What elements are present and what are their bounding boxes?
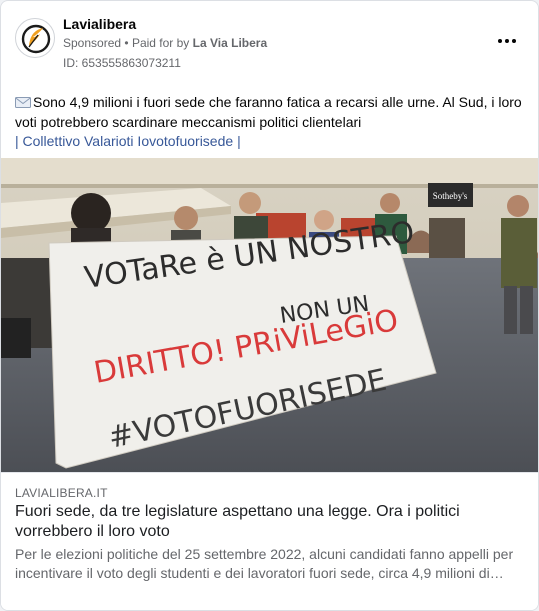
link-preview[interactable]: LAVIALIBERA.IT Fuori sede, da tre legisl… bbox=[1, 472, 538, 610]
shop-sign: Sotheby's bbox=[433, 191, 468, 201]
payer-name[interactable]: La Via Libera bbox=[193, 36, 267, 50]
post-photo[interactable]: Sotheby's VOTaRe è UN NOSTRO NON UN DIRI… bbox=[1, 158, 538, 472]
tag-close: | bbox=[237, 133, 241, 149]
post-header: Lavialibera Sponsored • Paid for by La V… bbox=[1, 1, 538, 81]
link-headline[interactable]: Fuori sede, da tre legislature aspettano… bbox=[15, 502, 520, 542]
sponsored-label: Sponsored bbox=[63, 36, 122, 50]
more-options-icon[interactable] bbox=[489, 29, 525, 53]
paid-for-by-label: Paid for by bbox=[131, 36, 190, 50]
post-text: Sono 4,9 milioni i fuori sede che farann… bbox=[15, 92, 530, 132]
sponsored-line: Sponsored • Paid for by La Via Libera bbox=[63, 36, 267, 50]
page-name[interactable]: Lavialibera bbox=[63, 16, 136, 32]
post-tags: | Collettivo Valarioti Iovotofuorisede | bbox=[15, 132, 241, 150]
tag-open: | bbox=[15, 133, 19, 149]
sponsored-post-card: Lavialibera Sponsored • Paid for by La V… bbox=[0, 0, 539, 611]
link-description: Per le elezioni politiche del 25 settemb… bbox=[15, 546, 514, 581]
post-body: Sono 4,9 milioni i fuori sede che farann… bbox=[15, 94, 522, 130]
page-avatar[interactable] bbox=[15, 18, 55, 58]
ad-id: ID: 653555863073211 bbox=[63, 56, 181, 70]
tag-link[interactable]: Collettivo Valarioti Iovotofuorisede bbox=[23, 133, 234, 149]
separator-dot: • bbox=[124, 36, 129, 50]
envelope-icon bbox=[15, 97, 31, 108]
link-domain: LAVIALIBERA.IT bbox=[15, 486, 108, 500]
protest-photo: Sotheby's VOTaRe è UN NOSTRO NON UN DIRI… bbox=[1, 158, 538, 472]
feather-quill-logo bbox=[21, 24, 51, 54]
